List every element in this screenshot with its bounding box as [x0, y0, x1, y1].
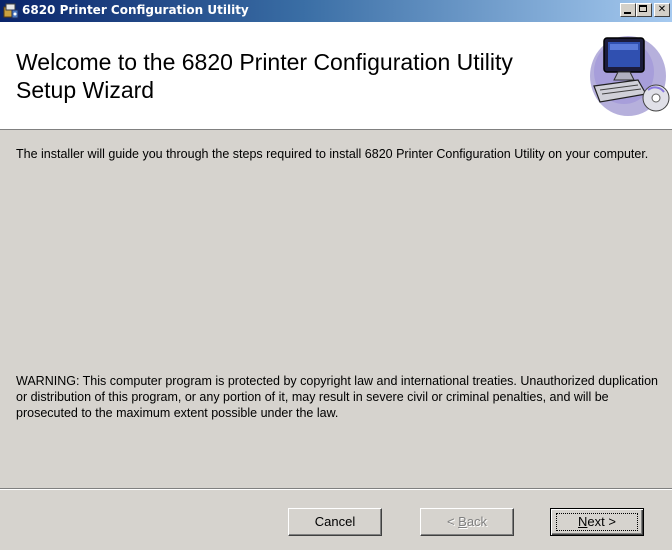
next-access-key: N	[578, 514, 588, 529]
next-label: Next >	[578, 514, 616, 529]
wizard-banner: Welcome to the 6820 Printer Configuratio…	[0, 22, 672, 130]
next-button[interactable]: Next >	[550, 508, 644, 536]
window-title: 6820 Printer Configuration Utility	[22, 3, 249, 17]
close-button[interactable]: ✕	[654, 3, 670, 17]
wizard-heading: Welcome to the 6820 Printer Configuratio…	[16, 49, 513, 103]
cancel-button[interactable]: Cancel	[288, 508, 382, 536]
maximize-button[interactable]	[636, 3, 652, 17]
computer-with-disc-icon	[590, 36, 670, 116]
cancel-label: Cancel	[314, 514, 356, 529]
back-access-key: B	[458, 514, 467, 529]
minimize-button[interactable]	[620, 3, 636, 17]
installer-package-icon	[3, 3, 19, 19]
back-label-rest: ack	[466, 514, 488, 529]
back-label: < Back	[447, 514, 487, 529]
title-bar[interactable]: 6820 Printer Configuration Utility ✕	[0, 0, 672, 22]
button-area-divider	[0, 488, 672, 490]
next-label-rest: ext >	[587, 514, 616, 529]
setup-wizard-window: 6820 Printer Configuration Utility ✕ Wel…	[0, 0, 672, 550]
back-prefix: <	[446, 514, 459, 529]
intro-text: The installer will guide you through the…	[16, 147, 649, 161]
close-icon: ✕	[657, 4, 667, 15]
copyright-warning: WARNING: This computer program is protec…	[16, 374, 658, 420]
back-button[interactable]: < Back	[420, 508, 514, 536]
